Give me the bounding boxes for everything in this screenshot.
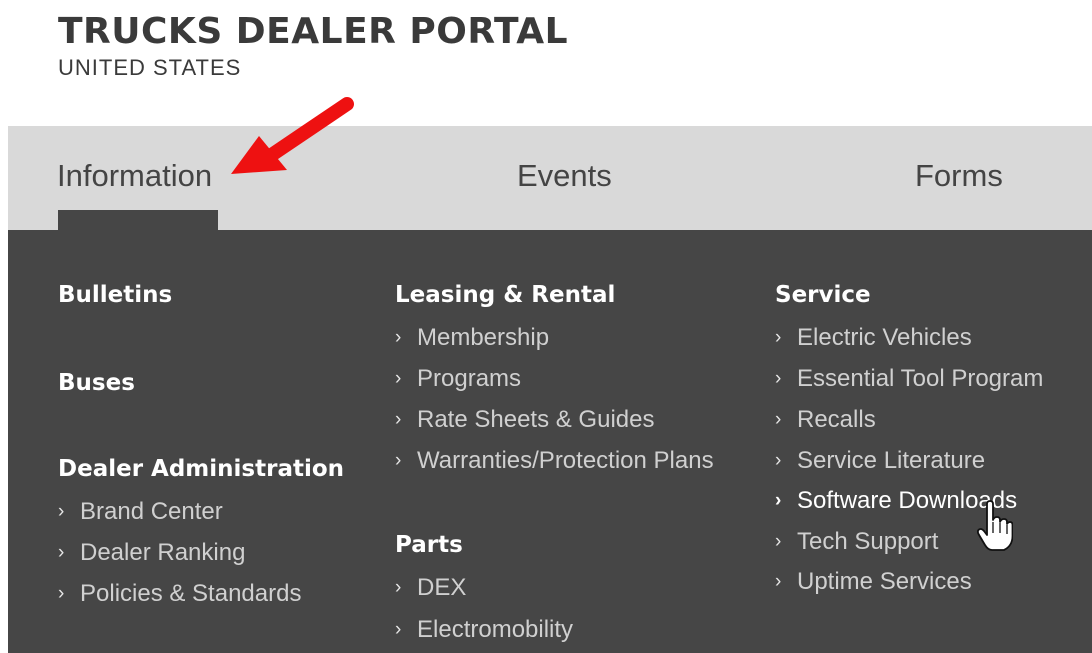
menu-link-label: Policies & Standards: [80, 580, 302, 607]
portal-header: TRUCKS DEALER PORTAL UNITED STATES: [58, 10, 568, 80]
portal-title: TRUCKS DEALER PORTAL: [58, 11, 569, 52]
chevron-right-icon: ›: [775, 571, 782, 592]
menu-link-label: Tech Support: [797, 528, 939, 555]
chevron-right-icon: ›: [395, 409, 402, 430]
chevron-right-icon: ›: [775, 368, 782, 389]
menu-link-rate-sheets-guides[interactable]: › Rate Sheets & Guides: [395, 406, 654, 434]
red-arrow-icon: [231, 97, 354, 174]
main-nav: Information Events Forms: [8, 126, 1092, 230]
tab-information[interactable]: Information: [57, 156, 212, 196]
menu-link-label: Uptime Services: [797, 568, 972, 595]
menu-link-service-literature[interactable]: › Service Literature: [775, 447, 985, 475]
menu-link-dealer-ranking[interactable]: › Dealer Ranking: [58, 539, 245, 567]
chevron-right-icon: ›: [395, 368, 402, 389]
chevron-right-icon: ›: [395, 450, 402, 471]
menu-link-label: Service Literature: [797, 447, 986, 474]
menu-link-policies-standards[interactable]: › Policies & Standards: [58, 580, 301, 608]
menu-link-label: Brand Center: [80, 498, 223, 525]
menu-link-dex[interactable]: › DEX: [395, 574, 466, 602]
chevron-right-icon: ›: [395, 327, 402, 348]
menu-link-warranties-protection-plans[interactable]: › Warranties/Protection Plans: [395, 447, 714, 475]
chevron-right-icon: ›: [58, 542, 65, 563]
menu-link-label: Electromobility: [417, 616, 574, 643]
menu-heading-bulletins[interactable]: Bulletins: [58, 282, 172, 308]
menu-link-label: Dealer Ranking: [80, 539, 246, 566]
chevron-right-icon: ›: [775, 531, 782, 552]
menu-link-essential-tool-program[interactable]: › Essential Tool Program: [775, 365, 1043, 393]
menu-link-label: Programs: [417, 365, 522, 392]
menu-link-electromobility[interactable]: › Electromobility: [395, 616, 573, 644]
menu-link-electric-vehicles[interactable]: › Electric Vehicles: [775, 324, 972, 352]
menu-link-uptime-services[interactable]: › Uptime Services: [775, 568, 972, 596]
menu-heading-parts[interactable]: Parts: [395, 532, 463, 558]
menu-link-brand-center[interactable]: › Brand Center: [58, 498, 223, 526]
active-tab-indicator: [58, 210, 218, 230]
chevron-right-icon: ›: [775, 450, 782, 471]
chevron-right-icon: ›: [395, 577, 402, 598]
menu-link-tech-support[interactable]: › Tech Support: [775, 528, 938, 556]
chevron-right-icon: ›: [775, 409, 782, 430]
chevron-right-icon: ›: [58, 583, 65, 604]
menu-link-label: Membership: [417, 324, 550, 351]
menu-link-label: Essential Tool Program: [797, 365, 1044, 392]
menu-link-programs[interactable]: › Programs: [395, 365, 521, 393]
menu-link-label: Warranties/Protection Plans: [417, 447, 714, 474]
portal-subtitle: UNITED STATES: [58, 55, 242, 80]
chevron-right-icon: ›: [395, 619, 402, 640]
chevron-right-icon: ›: [775, 490, 782, 511]
chevron-right-icon: ›: [58, 501, 65, 522]
tab-forms[interactable]: Forms: [915, 156, 1003, 196]
chevron-right-icon: ›: [775, 327, 782, 348]
menu-link-label: Rate Sheets & Guides: [417, 406, 655, 433]
menu-heading-leasing-rental[interactable]: Leasing & Rental: [395, 282, 615, 308]
hand-pointer-icon: [977, 500, 1013, 551]
menu-link-recalls[interactable]: › Recalls: [775, 406, 876, 434]
menu-link-label: Electric Vehicles: [797, 324, 972, 351]
menu-heading-buses[interactable]: Buses: [58, 370, 135, 396]
tab-events[interactable]: Events: [517, 156, 612, 196]
menu-link-membership[interactable]: › Membership: [395, 324, 549, 352]
menu-link-label: DEX: [417, 574, 467, 601]
information-mega-menu: Bulletins Buses Dealer Administration › B…: [8, 230, 1092, 653]
menu-heading-service[interactable]: Service: [775, 282, 871, 308]
menu-link-label: Recalls: [797, 406, 876, 433]
menu-heading-dealer-administration[interactable]: Dealer Administration: [58, 456, 344, 482]
